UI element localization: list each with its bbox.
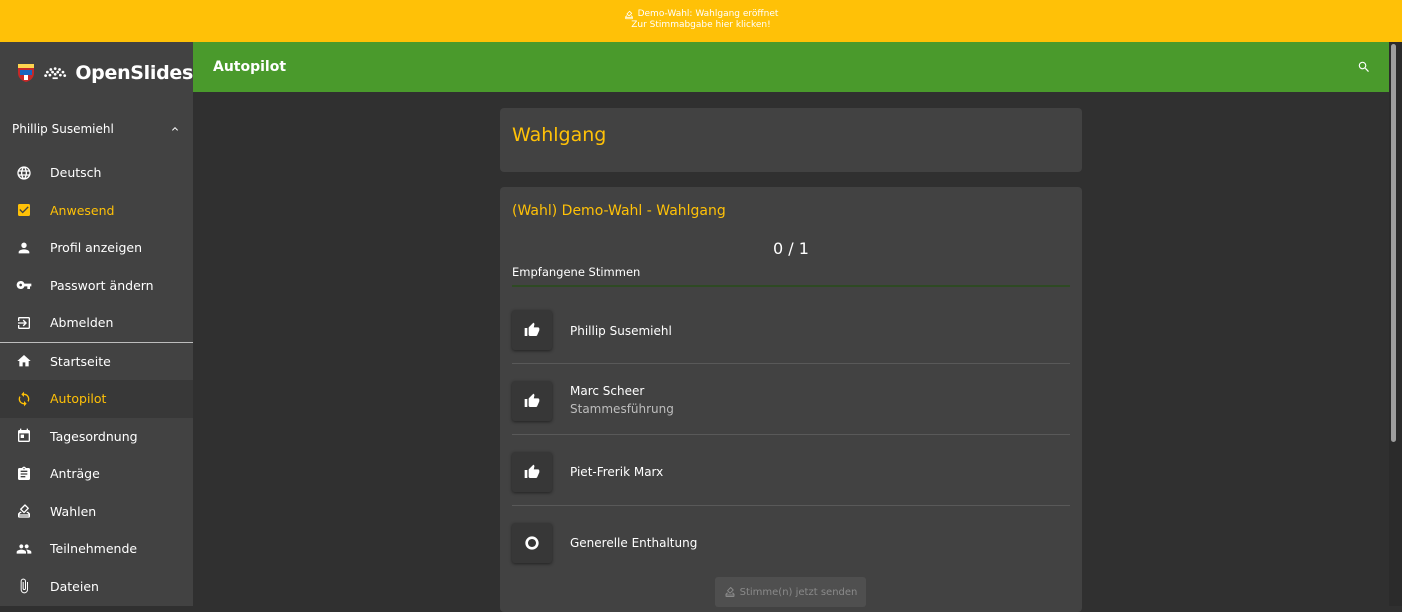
votes-progress-bar (512, 285, 1070, 287)
user-menu-toggle[interactable]: Phillip Susemiehl (0, 104, 193, 154)
user-menu-profile[interactable]: Profil anzeigen (0, 229, 193, 267)
user-menu-label: Deutsch (50, 165, 102, 181)
votes-received-label: Empfangene Stimmen (512, 265, 641, 279)
scrollbar-thumb[interactable] (1391, 44, 1396, 442)
sidebar-item-home[interactable]: Startseite (0, 343, 193, 381)
user-menu-label: Passwort ändern (50, 277, 154, 293)
vote-option: Phillip Susemiehl (512, 293, 1070, 364)
thumb-up-icon (524, 322, 540, 336)
page-title: Autopilot (213, 59, 287, 75)
vote-yes-button[interactable] (512, 452, 552, 492)
user-name: Phillip Susemiehl (12, 122, 114, 136)
sidebar-item-agenda[interactable]: Tagesordnung (0, 418, 193, 456)
section-card: Wahlgang (500, 108, 1082, 172)
sidebar-item-elections[interactable]: Wahlen (0, 493, 193, 531)
sidebar-item-label: Dateien (50, 578, 99, 594)
clipboard-icon (16, 466, 32, 482)
ballot-icon (16, 503, 32, 519)
brand[interactable]: OpenSlides (0, 42, 193, 104)
brand-name: OpenSlides (75, 62, 193, 84)
home-icon (16, 353, 32, 369)
sidebar-item-autopilot[interactable]: Autopilot (0, 380, 193, 418)
ballot-icon (624, 10, 633, 19)
user-menu-label: Abmelden (50, 315, 114, 331)
user-menu-password[interactable]: Passwort ändern (0, 267, 193, 305)
person-icon (16, 240, 32, 256)
search-icon[interactable] (1357, 60, 1371, 74)
logout-icon (16, 315, 32, 331)
checkbox-checked-icon (16, 202, 32, 218)
option-name: Generelle Enthaltung (570, 536, 698, 550)
vote-option: Piet-Frerik Marx (512, 435, 1070, 506)
option-name: Piet-Frerik Marx (570, 465, 664, 479)
sidebar-item-label: Wahlen (50, 503, 97, 519)
chevron-up-icon (172, 127, 178, 131)
sidebar-item-label: Teilnehmende (50, 541, 138, 557)
openslides-logo-icon (44, 67, 67, 80)
vote-count: 0 / 1 (773, 239, 809, 258)
sidebar-item-motions[interactable]: Anträge (0, 455, 193, 493)
option-name: Marc Scheer (570, 384, 645, 398)
submit-vote-label: Stimme(n) jetzt senden (739, 586, 858, 598)
user-menu-logout[interactable]: Abmelden (0, 304, 193, 342)
banner-subtitle: Zur Stimmabgabe hier klicken! (631, 20, 771, 30)
sidebar-item-label: Startseite (50, 353, 111, 369)
user-menu-language[interactable]: Deutsch (0, 154, 193, 192)
option-subtitle: Stammesführung (570, 402, 674, 416)
user-menu-present[interactable]: Anwesend (0, 192, 193, 230)
calendar-icon (16, 428, 32, 444)
sidebar-item-files[interactable]: Dateien (0, 568, 193, 606)
vote-yes-button[interactable] (512, 310, 552, 350)
sidebar: OpenSlides Phillip Susemiehl Deutsch Anw… (0, 42, 193, 606)
poll-title[interactable]: (Wahl) Demo-Wahl - Wahlgang (512, 203, 726, 219)
sidebar-item-participants[interactable]: Teilnehmende (0, 530, 193, 568)
crest-icon (17, 63, 35, 83)
topbar: Autopilot (193, 42, 1389, 92)
sidebar-item-label: Anträge (50, 466, 100, 482)
vote-yes-button[interactable] (512, 381, 552, 421)
scrollbar[interactable] (1389, 42, 1402, 606)
sidebar-item-label: Autopilot (50, 391, 107, 407)
thumb-up-icon (524, 464, 540, 478)
vote-option: Marc Scheer Stammesführung (512, 364, 1070, 435)
user-menu-label: Profil anzeigen (50, 240, 143, 256)
submit-vote-button[interactable]: Stimme(n) jetzt senden (715, 577, 866, 607)
key-icon (16, 277, 32, 293)
attachment-icon (16, 578, 32, 594)
voting-banner[interactable]: Demo-Wahl: Wahlgang eröffnet Zur Stimmab… (0, 0, 1402, 42)
option-name: Phillip Susemiehl (570, 324, 672, 338)
vote-option: Generelle Enthaltung (512, 506, 1070, 577)
user-menu-label: Anwesend (50, 202, 115, 218)
globe-icon (16, 165, 32, 181)
sync-icon (16, 391, 32, 407)
section-title: Wahlgang (512, 124, 607, 146)
circle-icon (525, 536, 539, 550)
ballot-icon (725, 586, 735, 597)
sidebar-item-label: Tagesordnung (50, 428, 138, 444)
banner-title: Demo-Wahl: Wahlgang eröffnet (637, 9, 779, 19)
thumb-up-icon (524, 393, 540, 407)
people-icon (16, 541, 32, 557)
poll-card: (Wahl) Demo-Wahl - Wahlgang 0 / 1 Empfan… (500, 187, 1082, 612)
vote-abstain-button[interactable] (512, 523, 552, 563)
